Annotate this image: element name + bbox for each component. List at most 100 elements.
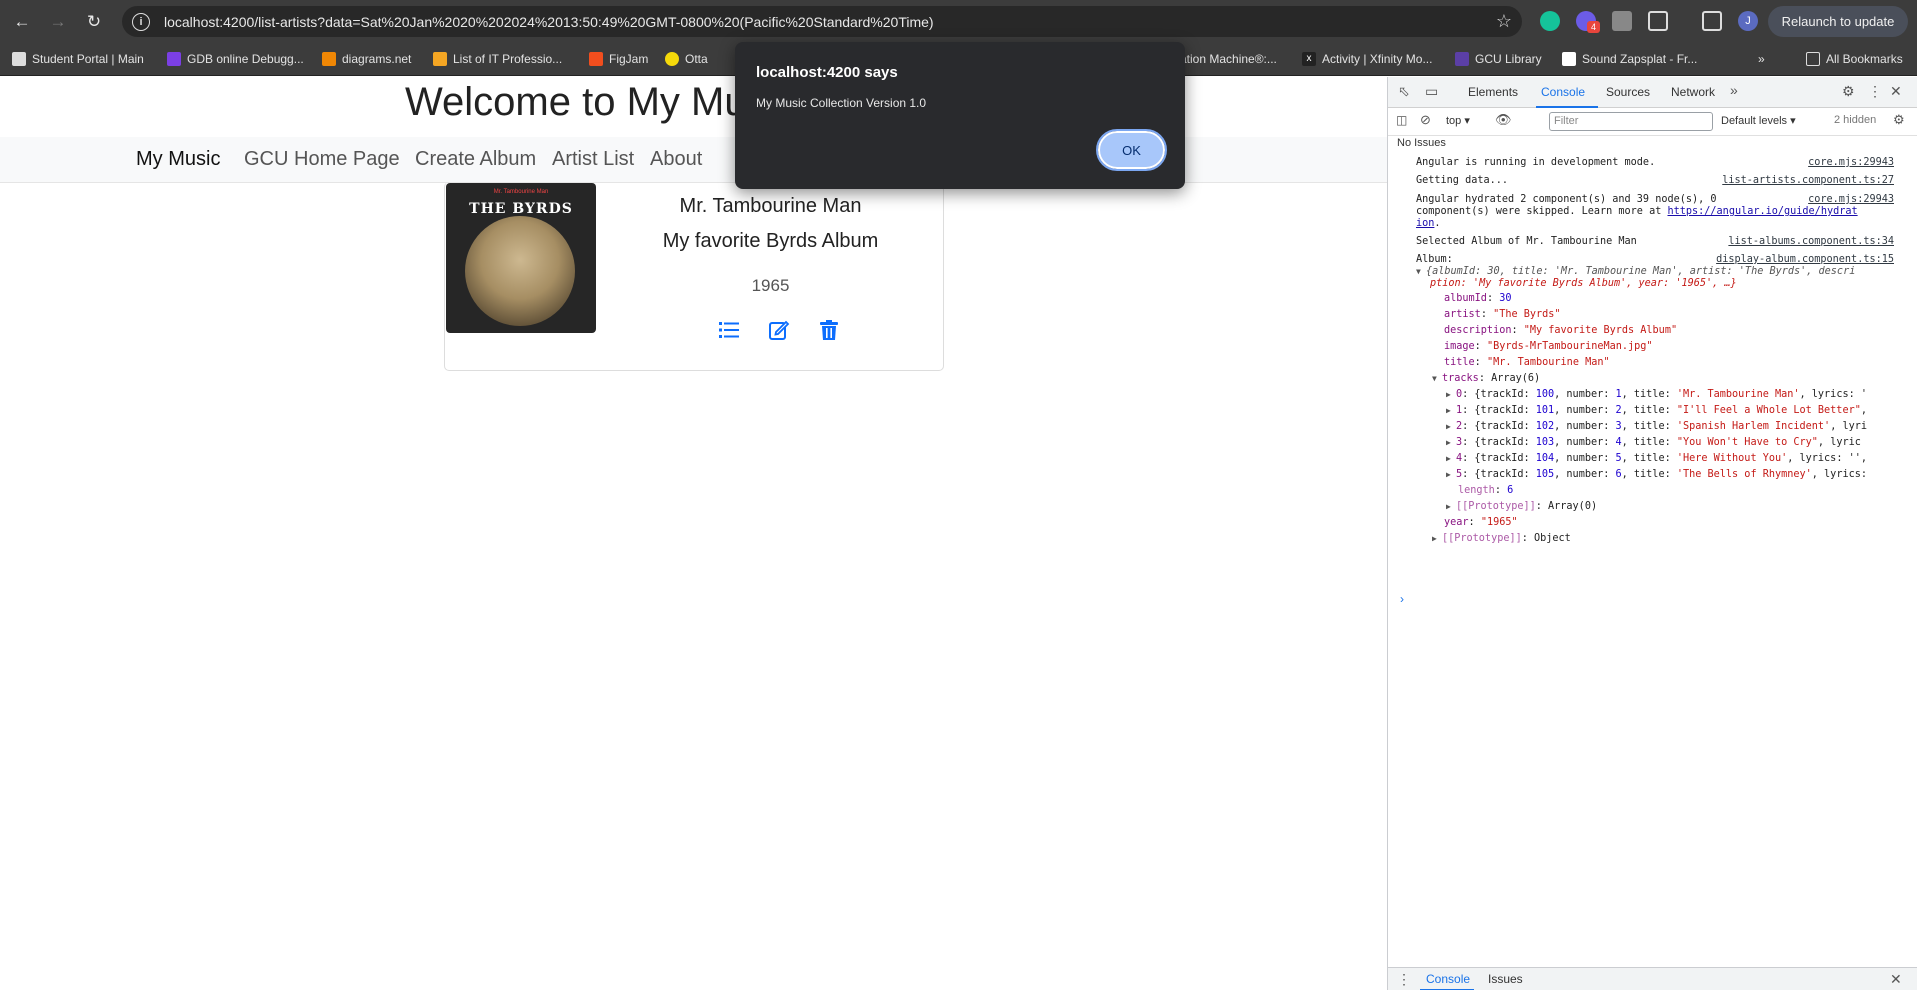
url-text[interactable]: localhost:4200/list-artists?data=Sat%20J… [164,14,934,30]
log-levels-dropdown[interactable]: Default levels ▾ [1721,114,1796,127]
side-panel-icon[interactable] [1702,11,1722,31]
page-icon [12,52,26,66]
clear-console-icon[interactable]: ⊘ [1420,112,1431,128]
bookmark-item[interactable]: Sound Zapsplat - Fr... [1562,52,1697,66]
track-entry[interactable]: ▶ 2: {trackId: 102, number: 3, title: 'Sp… [1446,421,1867,432]
drawer-menu-icon[interactable]: ⋮ [1397,971,1411,988]
object-summary[interactable]: ▼ {albumId: 30, title: 'Mr. Tambourine Ma… [1416,266,1855,277]
tab-elements[interactable]: Elements [1468,85,1518,99]
nav-link-create-album[interactable]: Create Album [415,148,536,171]
collapsed-triangle-icon[interactable]: ▶ [1446,502,1456,511]
browser-toolbar: ← → ↻ i localhost:4200/list-artists?data… [0,0,1917,44]
bookmarks-overflow-button[interactable]: » [1758,52,1765,66]
tab-console[interactable]: Console [1541,85,1585,99]
context-selector[interactable]: top ▾ [1446,114,1470,127]
source-link[interactable]: list-artists.component.ts:27 [1722,175,1894,186]
filter-input[interactable]: Filter [1549,112,1713,131]
eye-icon[interactable]: 👁 [1495,112,1512,128]
expand-triangle-icon[interactable]: ▼ [1432,374,1442,383]
forward-button[interactable]: → [44,8,72,36]
all-bookmarks-button[interactable]: All Bookmarks [1806,52,1903,66]
bookmark-item[interactable]: Student Portal | Main [12,52,144,66]
nav-link-about[interactable]: About [650,148,702,171]
collapsed-triangle-icon[interactable]: ▶ [1446,438,1456,447]
bookmark-item[interactable]: ation Machine®:... [1180,52,1277,66]
source-link[interactable]: display-album.component.ts:15 [1716,254,1894,265]
hydration-docs-link[interactable]: ion [1416,218,1434,229]
profile-avatar[interactable]: J [1738,11,1758,31]
folder-icon [1806,52,1820,66]
track-entry[interactable]: ▶ 5: {trackId: 105, number: 6, title: 'Th… [1446,469,1867,480]
collapsed-triangle-icon[interactable]: ▶ [1446,454,1456,463]
source-link[interactable]: core.mjs:29943 [1808,194,1894,205]
gcu-icon [1455,52,1469,66]
back-button[interactable]: ← [8,8,36,36]
zapsplat-icon [1562,52,1576,66]
bookmark-item[interactable]: List of IT Professio... [433,52,562,66]
console-settings-icon[interactable]: ⚙ [1893,112,1905,128]
track-entry[interactable]: ▶ 1: {trackId: 101, number: 2, title: "I'… [1446,405,1867,416]
prop-object-prototype[interactable]: ▶ [[Prototype]]: Object [1432,533,1571,544]
x-icon: x [1302,52,1316,66]
devtools-panel: ⬁ ▭ Elements Console Sources Network » ⚙… [1387,77,1917,990]
close-icon[interactable]: ✕ [1890,83,1902,100]
bookmark-item[interactable]: FigJam [589,52,648,66]
chevron-double-right-icon: » [1758,52,1765,66]
collapsed-triangle-icon[interactable]: ▶ [1446,406,1456,415]
collapsed-triangle-icon[interactable]: ▶ [1446,470,1456,479]
inspect-element-icon[interactable]: ⬁ [1398,83,1410,100]
nav-link-artist-list[interactable]: Artist List [552,148,634,171]
bookmark-item[interactable]: GCU Library [1455,52,1542,66]
sidebar-toggle-icon[interactable]: ◫ [1396,113,1407,127]
devtools-tabbar: ⬁ ▭ Elements Console Sources Network » ⚙… [1388,77,1917,108]
track-entry[interactable]: ▶ 3: {trackId: 103, number: 4, title: "Yo… [1446,437,1861,448]
edit-icon[interactable] [767,318,791,342]
prop-tracks[interactable]: ▼ tracks: Array(6) [1432,373,1540,384]
bookmark-item[interactable]: diagrams.net [322,52,411,66]
drawer-tab-issues[interactable]: Issues [1488,972,1523,986]
hidden-count: 2 hidden [1834,114,1877,126]
kebab-menu-icon[interactable]: ⋮ [1868,83,1882,100]
console-prompt-icon[interactable]: › [1400,592,1404,606]
dialog-title: localhost:4200 says [756,64,898,81]
extension-icon[interactable] [1612,11,1632,31]
nav-link-gcu-home[interactable]: GCU Home Page [244,148,400,171]
bookmark-star-icon[interactable]: ☆ [1496,11,1512,32]
source-link[interactable]: core.mjs:29943 [1808,157,1894,168]
object-summary: ption: 'My favorite Byrds Album', year: … [1430,278,1737,289]
prop-length: length: 6 [1458,485,1514,496]
device-toolbar-icon[interactable]: ▭ [1425,83,1438,100]
collapsed-triangle-icon[interactable]: ▶ [1432,534,1442,543]
bookmark-item[interactable]: GDB online Debugg... [167,52,304,66]
issues-status: No Issues [1397,137,1446,149]
grammarly-extension-icon[interactable] [1540,11,1560,31]
cover-band-name: THE BYRDS [469,201,573,217]
track-entry[interactable]: ▶ 0: {trackId: 100, number: 1, title: 'Mr… [1446,389,1867,400]
expand-triangle-icon[interactable]: ▼ [1416,267,1426,276]
navbar-brand[interactable]: My Music [136,148,220,171]
tab-network[interactable]: Network [1671,85,1715,99]
ok-button[interactable]: OK [1096,129,1167,171]
album-year: 1965 [751,276,790,295]
track-entry[interactable]: ▶ 4: {trackId: 104, number: 5, title: 'He… [1446,453,1867,464]
prop-array-prototype[interactable]: ▶ [[Prototype]]: Array(0) [1446,501,1597,512]
collapsed-triangle-icon[interactable]: ▶ [1446,422,1456,431]
close-drawer-icon[interactable]: ✕ [1890,971,1902,988]
hydration-docs-link[interactable]: https://angular.io/guide/hydrat [1667,206,1857,217]
relaunch-button[interactable]: Relaunch to update [1768,6,1908,37]
trash-icon[interactable] [817,318,841,342]
more-tabs-icon[interactable]: » [1730,82,1738,98]
extensions-puzzle-icon[interactable] [1648,11,1668,31]
source-link[interactable]: list-albums.component.ts:34 [1728,236,1894,247]
bookmark-item[interactable]: Otta [665,52,708,66]
collapsed-triangle-icon[interactable]: ▶ [1446,390,1456,399]
settings-gear-icon[interactable]: ⚙ [1842,83,1855,100]
site-info-icon[interactable]: i [132,12,150,31]
dialog-message: My Music Collection Version 1.0 [756,96,927,110]
drawer-tab-console[interactable]: Console [1426,972,1470,986]
tab-sources[interactable]: Sources [1606,85,1650,99]
address-bar[interactable]: i localhost:4200/list-artists?data=Sat%2… [122,6,1522,37]
reload-button[interactable]: ↻ [80,8,108,36]
bookmark-item[interactable]: x Activity | Xfinity Mo... [1302,52,1432,66]
list-icon[interactable] [717,318,741,342]
